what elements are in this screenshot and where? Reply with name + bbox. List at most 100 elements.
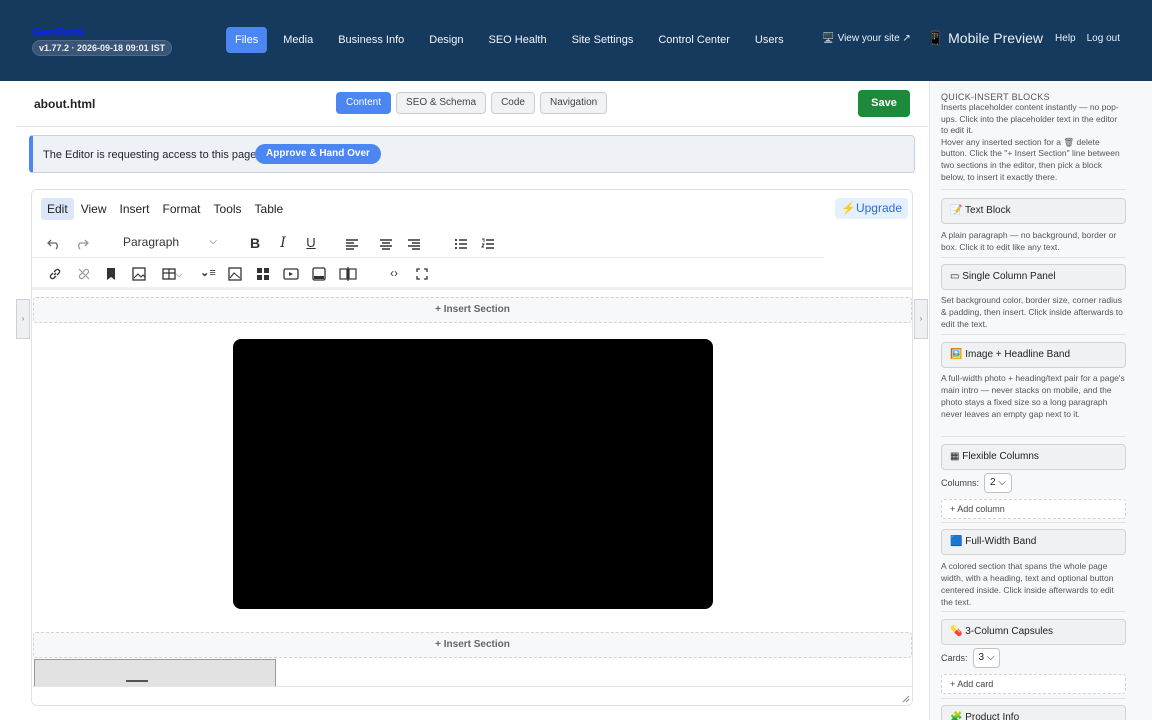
divider: [941, 611, 1126, 612]
menu-format[interactable]: Format: [157, 198, 207, 220]
top-navigation-bar: GeoRank v1.77.2 · 2026-09-18 09:01 IST F…: [0, 0, 1152, 81]
image-headline-band-button[interactable]: 🖼️ Image + Headline Band: [941, 342, 1126, 368]
single-column-desc: Set background color, border size, corne…: [941, 295, 1123, 329]
formatting-toolbar: Paragraph ⌵ B I U: [32, 228, 824, 258]
undo-icon[interactable]: [42, 232, 66, 254]
nav-design[interactable]: Design: [420, 27, 472, 53]
nav-media[interactable]: Media: [274, 27, 322, 53]
underline-icon[interactable]: U: [299, 232, 323, 254]
numbered-list-icon[interactable]: [476, 232, 500, 254]
tab-content[interactable]: Content: [336, 92, 392, 114]
video-embed[interactable]: [233, 339, 713, 609]
nav-business-info[interactable]: Business Info: [329, 27, 413, 53]
menu-view[interactable]: View: [75, 198, 113, 220]
insert-section-line[interactable]: + Insert Section: [33, 297, 912, 323]
full-width-band-desc: A colored section that spans the whole p…: [941, 561, 1114, 607]
three-column-capsules-button[interactable]: 💊 3-Column Capsules: [941, 619, 1126, 645]
sidebar-intro-text: Inserts placeholder content instantly — …: [941, 102, 1119, 136]
columns-select[interactable]: 2 ⌵: [984, 473, 1012, 493]
list-style-icon[interactable]: ⌄≡: [196, 262, 220, 284]
redo-icon[interactable]: [70, 232, 94, 254]
access-request-text: The Editor is requesting access to this …: [43, 149, 260, 161]
version-badge: v1.77.2 · 2026-09-18 09:01 IST: [32, 40, 173, 56]
columns-label: Columns:: [941, 478, 980, 488]
cards-select-value: 3: [978, 652, 985, 663]
resize-handle-icon[interactable]: [900, 693, 910, 703]
text-block-button[interactable]: 📝 Text Block: [941, 198, 1126, 224]
editor-main-area: about.html Content SEO & Schema Code Nav…: [16, 81, 928, 720]
bookmark-icon[interactable]: [99, 262, 123, 284]
text-block-desc: A plain paragraph — no background, borde…: [941, 230, 1117, 252]
link-icon[interactable]: [43, 262, 67, 284]
menu-insert[interactable]: Insert: [113, 198, 155, 220]
full-width-band-button[interactable]: 🟦 Full-Width Band: [941, 529, 1126, 555]
brand-name[interactable]: GeoRank: [32, 25, 172, 39]
upgrade-button[interactable]: ⚡Upgrade: [835, 198, 908, 219]
divider: [941, 436, 1126, 437]
left-panel-toggle[interactable]: ›: [16, 299, 30, 339]
insert-toolbar: ⌵ ⌄≡ ‹›: [32, 258, 912, 290]
placeholder-image-block[interactable]: [34, 659, 276, 689]
align-left-icon[interactable]: [340, 232, 364, 254]
add-column-button[interactable]: + Add column: [941, 499, 1126, 519]
image-icon[interactable]: [127, 262, 151, 284]
align-right-icon[interactable]: [402, 232, 426, 254]
cards-row: Cards: 3 ⌵: [941, 648, 1001, 668]
access-request-banner: The Editor is requesting access to this …: [29, 135, 915, 173]
bold-icon[interactable]: B: [243, 232, 267, 254]
tab-navigation[interactable]: Navigation: [539, 92, 608, 114]
save-button[interactable]: Save: [858, 90, 910, 117]
columns-select-value: 2: [990, 477, 996, 488]
source-code-icon[interactable]: ‹›: [382, 262, 406, 284]
table-icon[interactable]: ⌵: [155, 262, 189, 284]
flexible-columns-button[interactable]: ▦ Flexible Columns: [941, 444, 1126, 470]
nav-files[interactable]: Files: [226, 27, 268, 53]
rich-text-editor: Edit View Insert Format Tools Table ⚡Upg…: [31, 189, 913, 706]
editor-tabs: Content SEO & Schema Code Navigation: [336, 92, 612, 114]
editor-menubar: Edit View Insert Format Tools Table: [41, 198, 290, 220]
single-column-panel-button[interactable]: ▭ Single Column Panel: [941, 264, 1126, 290]
approve-hand-over-button[interactable]: Approve & Hand Over: [255, 144, 381, 164]
header-actions: 🖥️ View your site ↗ 📱 Mobile Preview Hel…: [822, 30, 1120, 47]
cards-select[interactable]: 3 ⌵: [972, 648, 1001, 668]
brand: GeoRank v1.77.2 · 2026-09-18 09:01 IST: [32, 25, 173, 56]
add-card-button[interactable]: + Add card: [941, 674, 1126, 694]
paragraph-style-value: Paragraph: [123, 235, 180, 249]
mobile-preview-button[interactable]: 📱 Mobile Preview: [927, 30, 1043, 47]
image-headline-desc: A full-width photo + heading/text pair f…: [941, 373, 1125, 419]
view-site-link[interactable]: 🖥️ View your site ↗: [822, 33, 910, 44]
nav-control-center[interactable]: Control Center: [649, 27, 739, 53]
help-link[interactable]: Help: [1055, 33, 1076, 44]
fullscreen-icon[interactable]: [410, 262, 434, 284]
bullet-list-icon[interactable]: [449, 232, 473, 254]
file-name: about.html: [34, 97, 96, 111]
divider: [941, 189, 1126, 190]
gallery-icon[interactable]: [223, 262, 247, 284]
quick-insert-sidebar: QUICK-INSERT BLOCKS Inserts placeholder …: [929, 81, 1152, 720]
paragraph-style-select[interactable]: Paragraph ⌵: [117, 231, 221, 253]
nav-seo-health[interactable]: SEO Health: [480, 27, 556, 53]
italic-icon[interactable]: I: [271, 232, 295, 254]
footer-block-icon[interactable]: [307, 262, 331, 284]
align-center-icon[interactable]: [374, 232, 398, 254]
logout-link[interactable]: Log out: [1087, 33, 1120, 44]
nav-users[interactable]: Users: [746, 27, 793, 53]
menu-table[interactable]: Table: [249, 198, 290, 220]
menu-edit[interactable]: Edit: [41, 198, 74, 220]
unlink-icon[interactable]: [72, 262, 96, 284]
main-nav: Files Media Business Info Design SEO Hea…: [226, 27, 800, 53]
nav-site-settings[interactable]: Site Settings: [563, 27, 643, 53]
comparison-icon[interactable]: [336, 262, 360, 284]
tab-seo-schema[interactable]: SEO & Schema: [396, 92, 487, 114]
video-icon[interactable]: [279, 262, 303, 284]
tab-code[interactable]: Code: [491, 92, 535, 114]
right-panel-toggle[interactable]: ›: [914, 299, 928, 339]
file-bar: about.html Content SEO & Schema Code Nav…: [16, 81, 928, 127]
editor-content-area[interactable]: + Insert Section + Insert Section: [32, 293, 912, 689]
grid-blocks-icon[interactable]: [251, 262, 275, 284]
sidebar-intro: QUICK-INSERT BLOCKS Inserts placeholder …: [941, 92, 1126, 183]
insert-section-line[interactable]: + Insert Section: [33, 632, 912, 658]
chevron-down-icon: ⌵: [209, 236, 217, 247]
product-info-button[interactable]: 🧩 Product Info: [941, 705, 1126, 720]
menu-tools[interactable]: Tools: [208, 198, 248, 220]
